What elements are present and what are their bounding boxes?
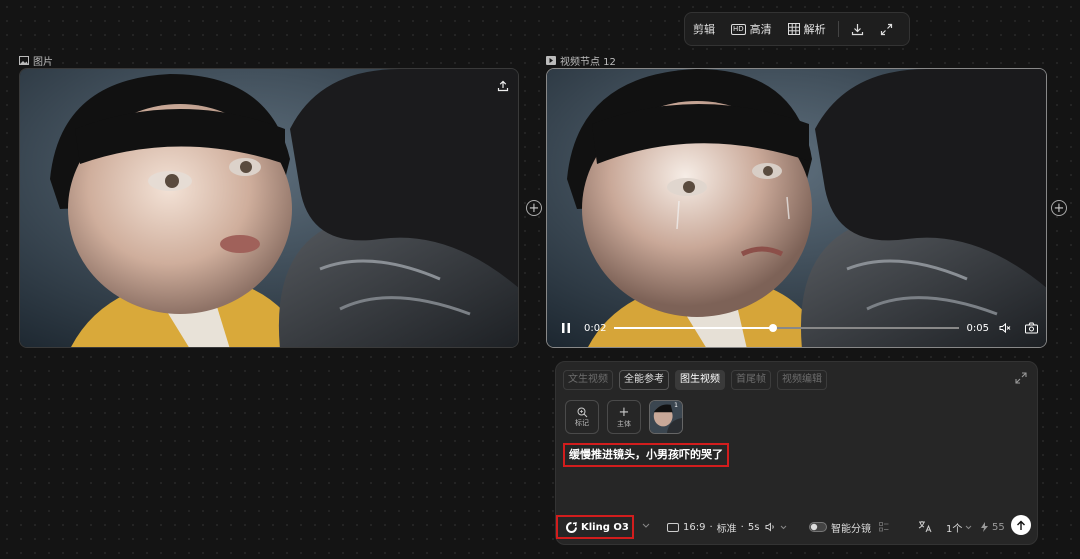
mark-button[interactable]: 标记 [565,400,599,434]
video-node-player[interactable] [546,68,1047,348]
hd-icon: HD [731,23,746,35]
play-icon [546,56,556,65]
upload-icon[interactable] [497,80,509,92]
crying-boy-video-frame [547,69,1046,347]
plus-icon: + [618,404,630,420]
subject-button[interactable]: + 主体 [607,400,641,434]
chevron-down-icon [781,525,787,529]
pause-icon[interactable] [560,322,572,334]
kling-logo-icon [566,521,577,533]
mark-icon [577,407,587,417]
aspect-ratio-icon [667,522,679,532]
add-node-button[interactable]: + [1051,200,1067,216]
image-node-preview[interactable] [19,68,519,348]
mode-tabs: 文生视频 全能参考 图生视频 首尾帧 视频编辑 [563,370,827,390]
expand-panel-icon[interactable] [1015,372,1027,384]
aspect-ratio: 16:9 [683,521,706,533]
connect-left-button[interactable]: + [526,200,542,216]
send-button[interactable] [1011,515,1031,535]
smart-shot-label: 智能分镜 [831,523,871,535]
video-node-label: 视频节点 12 [560,57,616,68]
credits-value: 55 [992,521,1005,533]
thumb-count: 1 [674,402,678,409]
settings-separator: · [740,521,744,533]
video-controls: 0:02 0:05 [560,318,1038,338]
top-toolbar: 剪辑 HD 高清 解析 [684,12,910,46]
download-icon [851,23,863,35]
edit-button[interactable]: 剪辑 [685,13,723,45]
tab-image-to-video[interactable]: 图生视频 [675,370,725,390]
mute-icon[interactable] [999,322,1011,334]
subject-label: 主体 [617,419,631,428]
video-settings[interactable]: 16:9 · 标准 · 5s [667,515,787,539]
storyboard-icon[interactable] [879,522,889,532]
progress-fill [614,327,773,329]
grid-icon [787,23,800,35]
current-time: 0:02 [584,322,607,334]
settings-separator: · [709,521,713,533]
quality-label: 标准 [716,523,737,535]
model-selector[interactable]: Kling O3 [556,515,634,539]
chevron-down-icon[interactable] [642,523,650,529]
tab-text-to-video[interactable]: 文生视频 [563,370,613,390]
boy-portrait-image [20,69,518,347]
fullscreen-button[interactable] [872,13,901,45]
chevron-down-icon [966,525,972,529]
expand-icon [880,23,892,35]
lightning-icon [981,522,988,532]
tab-omni-reference[interactable]: 全能参考 [619,370,669,390]
toggle-switch[interactable] [809,522,827,532]
duration-setting: 5s [747,521,760,533]
mark-label: 标记 [575,418,589,427]
image-node-header: 图片 [19,53,53,68]
smart-shot-toggle[interactable]: 智能分镜 [809,515,889,539]
tab-first-last-frame[interactable]: 首尾帧 [731,370,771,390]
analyze-button[interactable]: 解析 [780,13,834,45]
count-label: 1个 [946,523,963,535]
duration-time: 0:05 [966,322,989,334]
prompt-text[interactable]: 缓慢推进镜头，小男孩吓的哭了 [563,443,729,467]
video-node-header: 视频节点 12 [546,53,616,68]
image-icon [19,56,29,65]
reference-thumbnail[interactable]: 1 [649,400,683,434]
model-name: Kling O3 [581,521,629,533]
tab-video-edit[interactable]: 视频编辑 [777,370,827,390]
analyze-label: 解析 [803,23,826,36]
camera-icon[interactable] [1025,322,1038,334]
download-button[interactable] [843,13,872,45]
toolbar-divider [837,21,839,37]
count-selector[interactable]: 1个 [946,515,972,539]
hd-button[interactable]: HD 高清 [723,13,780,45]
image-node-label: 图片 [33,57,53,68]
progress-handle[interactable] [768,324,777,332]
hd-label: 高清 [749,23,772,36]
progress-bar[interactable] [614,324,959,332]
arrow-up-icon [1017,520,1025,530]
credits-display: 55 [981,515,1005,539]
edit-label: 剪辑 [693,23,715,36]
sound-icon [765,522,775,532]
translate-icon[interactable] [918,520,932,533]
